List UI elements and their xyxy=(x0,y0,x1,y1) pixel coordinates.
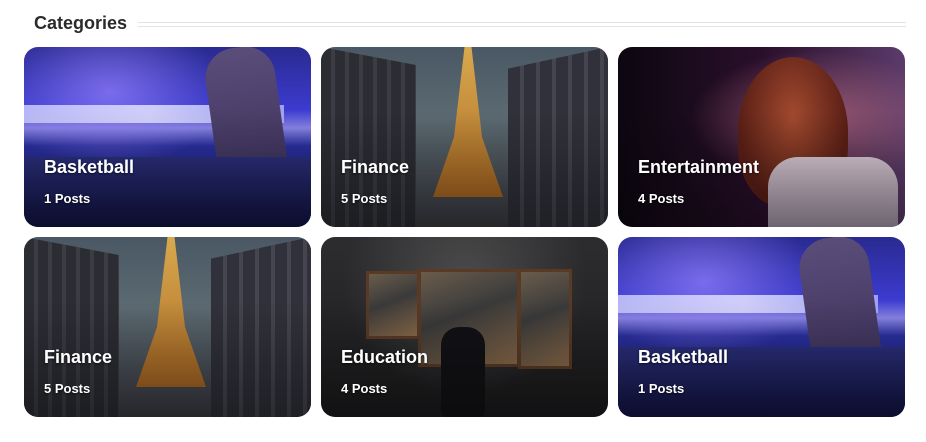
category-name: Education xyxy=(341,347,429,367)
category-name: Finance xyxy=(341,157,410,177)
category-card-education[interactable]: Education 4 Posts xyxy=(321,237,608,417)
section-title: Categories xyxy=(34,13,128,33)
category-card-basketball[interactable]: Basketball 1 Posts xyxy=(618,237,905,417)
category-card-entertainment[interactable]: Entertainment 4 Posts xyxy=(618,47,905,227)
category-name: Basketball xyxy=(638,347,729,367)
category-grid: Basketball 1 Posts Finance 5 Posts Enter… xyxy=(24,47,906,417)
category-name: Basketball xyxy=(44,157,135,177)
category-card-finance[interactable]: Finance 5 Posts xyxy=(24,237,311,417)
post-count: 5 Posts xyxy=(44,381,91,396)
post-count: 4 Posts xyxy=(341,381,388,396)
category-name: Finance xyxy=(44,347,113,367)
post-count: 1 Posts xyxy=(44,191,91,206)
header-divider xyxy=(138,22,906,27)
category-name: Entertainment xyxy=(638,157,760,177)
categories-header: Categories xyxy=(34,12,906,38)
post-count: 4 Posts xyxy=(638,191,685,206)
category-card-basketball[interactable]: Basketball 1 Posts xyxy=(24,47,311,227)
post-count: 5 Posts xyxy=(341,191,388,206)
post-count: 1 Posts xyxy=(638,381,685,396)
category-card-finance[interactable]: Finance 5 Posts xyxy=(321,47,608,227)
